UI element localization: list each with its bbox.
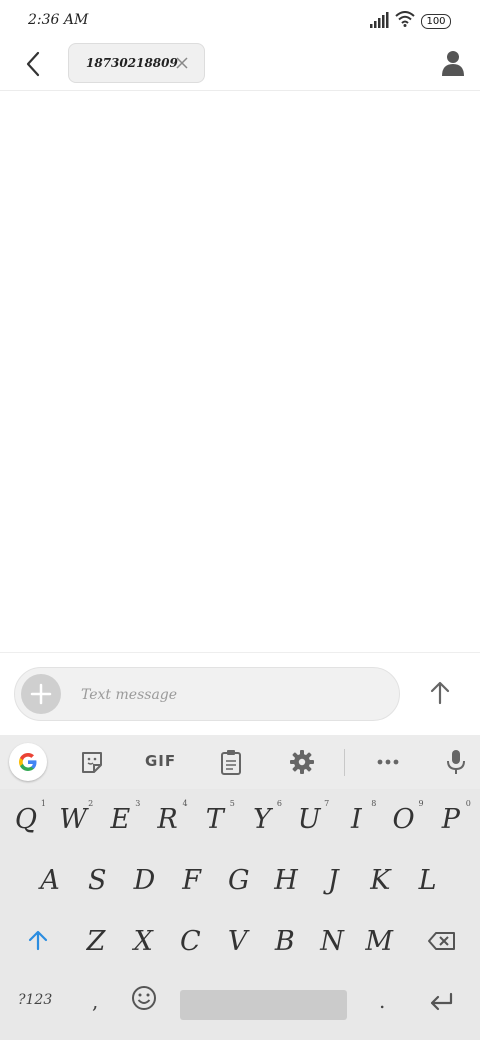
key-number-hint: 1 <box>40 799 46 808</box>
key-z[interactable]: Z <box>74 916 118 968</box>
comma-key[interactable]: , <box>92 989 98 1013</box>
key-label: G <box>228 865 250 896</box>
key-d[interactable]: D <box>122 855 166 907</box>
key-h[interactable]: H <box>264 855 308 907</box>
key-number-hint: 2 <box>88 799 94 808</box>
key-j[interactable]: J <box>311 855 355 907</box>
key-label: R <box>157 804 178 835</box>
key-label: E <box>110 804 131 835</box>
key-number-hint: 6 <box>276 799 282 808</box>
key-label: Y <box>253 804 271 835</box>
close-icon[interactable] <box>174 55 190 71</box>
battery-icon: 100 <box>421 14 451 29</box>
key-s[interactable]: S <box>75 855 119 907</box>
google-icon <box>19 753 37 771</box>
key-l[interactable]: L <box>406 855 450 907</box>
key-label: T <box>205 804 224 835</box>
key-label: H <box>274 865 298 896</box>
key-b[interactable]: B <box>263 916 307 968</box>
key-c[interactable]: C <box>168 916 212 968</box>
more-options-icon[interactable] <box>376 749 400 775</box>
keyboard: G I F Q 1 W 2 E 3 R 4 T 5 Y 6 U 7 I 8 O 9 … <box>0 735 480 1040</box>
toolbar-separator <box>344 749 345 776</box>
plus-icon <box>30 683 52 705</box>
google-button[interactable] <box>9 743 47 781</box>
back-button[interactable] <box>22 50 46 78</box>
key-label: Q <box>14 804 38 835</box>
recipient-number: 18730218809 <box>86 56 178 70</box>
key-y[interactable]: Y6 <box>240 794 284 846</box>
backspace-key[interactable] <box>427 931 457 951</box>
period-key[interactable]: . <box>379 989 385 1013</box>
emoji-key[interactable] <box>131 985 157 1011</box>
key-e[interactable]: E3 <box>98 794 142 846</box>
key-u[interactable]: U7 <box>287 794 331 846</box>
keyboard-keys: Q1W2E3R4T5Y6U7I8O9P0 ASDFGHJKL ZXCVBNM ?… <box>0 789 480 1040</box>
key-label: D <box>133 865 156 896</box>
key-label: N <box>320 926 344 957</box>
key-x[interactable]: X <box>121 916 165 968</box>
key-number-hint: 4 <box>182 799 188 808</box>
key-label: C <box>180 926 201 957</box>
key-f[interactable]: F <box>170 855 214 907</box>
enter-key[interactable] <box>428 991 454 1013</box>
message-input[interactable] <box>79 668 383 722</box>
gif-button[interactable]: GIF <box>145 752 176 770</box>
key-a[interactable]: A <box>28 855 72 907</box>
key-label: U <box>297 804 321 835</box>
add-attachment-button[interactable] <box>21 674 61 714</box>
key-t[interactable]: T5 <box>193 794 237 846</box>
key-number-hint: 7 <box>324 799 330 808</box>
key-label: L <box>418 865 437 896</box>
key-i[interactable]: I8 <box>334 794 378 846</box>
key-label: X <box>133 926 153 957</box>
compose-bar <box>14 667 400 722</box>
key-label: Z <box>86 926 106 957</box>
message-thread[interactable] <box>0 91 480 652</box>
key-label: J <box>327 865 339 896</box>
key-g[interactable]: G <box>217 855 261 907</box>
key-m[interactable]: M <box>357 916 401 968</box>
wifi-icon <box>395 11 415 27</box>
key-label: I <box>351 804 362 835</box>
key-label: O <box>392 804 415 835</box>
key-number-hint: 8 <box>371 799 377 808</box>
keyboard-toolbar: GIF <box>0 735 480 789</box>
key-number-hint: 0 <box>465 799 471 808</box>
key-q[interactable]: Q1 <box>4 794 48 846</box>
key-label: P <box>441 804 460 835</box>
key-k[interactable]: K <box>358 855 402 907</box>
recipient-chip[interactable]: 18730218809 <box>68 43 205 83</box>
key-label: M <box>365 926 394 957</box>
key-label: K <box>370 865 391 896</box>
key-w[interactable]: W2 <box>51 794 95 846</box>
space-key[interactable] <box>180 990 347 1020</box>
status-time: 2:36 AM <box>28 12 89 28</box>
key-label: F <box>182 865 201 896</box>
compose-divider <box>0 652 480 653</box>
key-o[interactable]: O9 <box>382 794 426 846</box>
key-n[interactable]: N <box>310 916 354 968</box>
key-number-hint: 5 <box>229 799 235 808</box>
key-label: W <box>59 804 88 835</box>
key-label: S <box>87 865 107 896</box>
key-p[interactable]: P0 <box>429 794 473 846</box>
key-label: V <box>227 926 248 957</box>
contact-icon[interactable] <box>441 50 465 76</box>
sticker-icon[interactable] <box>80 749 104 775</box>
key-r[interactable]: R4 <box>146 794 190 846</box>
settings-gear-icon[interactable] <box>289 749 315 775</box>
shift-key[interactable] <box>27 929 49 951</box>
key-v[interactable]: V <box>216 916 260 968</box>
send-button[interactable] <box>426 679 454 707</box>
key-label: B <box>274 926 295 957</box>
microphone-icon[interactable] <box>446 749 466 775</box>
signal-icon <box>370 12 389 28</box>
clipboard-icon[interactable] <box>220 749 242 775</box>
symbols-key[interactable]: ?123 <box>18 992 52 1008</box>
key-label: A <box>40 865 60 896</box>
key-number-hint: 9 <box>418 799 424 808</box>
key-number-hint: 3 <box>135 799 141 808</box>
